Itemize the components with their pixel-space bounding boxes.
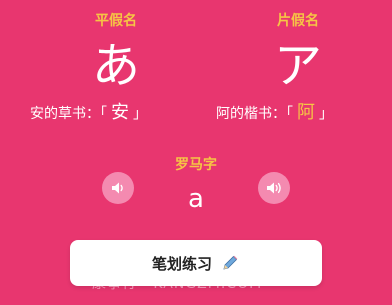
sound-button-right[interactable] xyxy=(258,172,290,204)
katakana-origin: 阿的楷书：「阿」 xyxy=(216,98,333,124)
katakana-origin-close: 」 xyxy=(319,106,333,122)
pencil-icon xyxy=(223,255,238,270)
hiragana-origin-label: 安的草书： xyxy=(30,106,100,122)
katakana-char: ア xyxy=(273,38,322,94)
sound-button-left[interactable] xyxy=(102,172,134,204)
katakana-origin-char: 阿 xyxy=(297,102,315,123)
speaker-icon xyxy=(267,182,281,194)
hiragana-origin: 安的草书：「安」 xyxy=(30,98,147,124)
stroke-practice-label: 笔划练习 xyxy=(151,254,212,273)
hiragana-origin-open: 「 xyxy=(100,106,107,122)
romaji-heading: 罗马字 xyxy=(175,157,217,173)
hiragana-heading: 平假名 xyxy=(95,13,137,29)
speaker-icon xyxy=(112,182,123,194)
watermark: 康事行 · KANGZM.COM xyxy=(92,276,263,292)
katakana-heading: 片假名 xyxy=(277,13,319,29)
katakana-origin-label: 阿的楷书： xyxy=(216,106,286,122)
katakana-origin-open: 「 xyxy=(286,106,293,122)
hiragana-char: あ xyxy=(91,38,140,94)
hiragana-origin-char: 安 xyxy=(111,102,129,123)
hiragana-origin-close: 」 xyxy=(133,106,147,122)
romaji-value: a xyxy=(188,184,204,214)
